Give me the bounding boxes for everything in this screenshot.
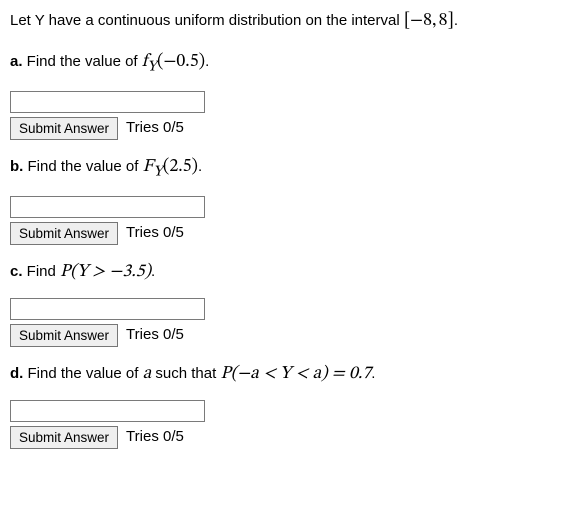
part-c-prompt: c. Find P(Y > −3.5). xyxy=(10,259,568,286)
part-d-after: . xyxy=(371,365,375,382)
part-b-submit-button[interactable]: Submit Answer xyxy=(10,222,118,245)
part-b-submit-row: Submit Answer Tries 0/5 xyxy=(10,222,568,245)
part-a-text: Find the value of xyxy=(23,53,142,70)
part-c-label: c. xyxy=(10,263,23,280)
part-a-prompt: a. Find the value of fY(−0.5). xyxy=(10,49,568,79)
part-c-submit-button[interactable]: Submit Answer xyxy=(10,324,118,347)
part-a-label: a. xyxy=(10,53,23,70)
part-d-answer-input[interactable] xyxy=(10,400,205,422)
part-d-text1: Find the value of xyxy=(23,365,142,382)
part-c-text: Find xyxy=(23,263,61,280)
part-c-answer-input[interactable] xyxy=(10,298,205,320)
part-c-tries: Tries 0/5 xyxy=(126,324,184,347)
part-a-submit-button[interactable]: Submit Answer xyxy=(10,117,118,140)
part-b-prompt: b. Find the value of FY(2.5). xyxy=(10,154,568,184)
intro-interval: [−8, 8] xyxy=(404,12,454,30)
part-c-after: . xyxy=(151,263,155,280)
part-a-answer-input[interactable] xyxy=(10,91,205,113)
part-a-submit-row: Submit Answer Tries 0/5 xyxy=(10,117,568,140)
part-b-answer-input[interactable] xyxy=(10,196,205,218)
intro-text: Let Y have a continuous uniform distribu… xyxy=(10,12,404,29)
part-b-after: . xyxy=(198,158,202,175)
problem-intro: Let Y have a continuous uniform distribu… xyxy=(10,8,568,35)
part-b-expr: FY(2.5) xyxy=(143,158,198,176)
part-d-submit-row: Submit Answer Tries 0/5 xyxy=(10,426,568,449)
part-c: c. Find P(Y > −3.5). Submit Answer Tries… xyxy=(10,259,568,347)
part-b-text: Find the value of xyxy=(23,158,142,175)
part-b-tries: Tries 0/5 xyxy=(126,222,184,245)
part-c-submit-row: Submit Answer Tries 0/5 xyxy=(10,324,568,347)
part-d-submit-button[interactable]: Submit Answer xyxy=(10,426,118,449)
part-d-prompt: d. Find the value of a such that P(−a < … xyxy=(10,361,568,388)
part-d-tries: Tries 0/5 xyxy=(126,426,184,449)
part-d-expr: P(−a < Y < a) = 0.7 xyxy=(220,365,371,383)
intro-suffix: . xyxy=(454,12,458,29)
part-d: d. Find the value of a such that P(−a < … xyxy=(10,361,568,449)
part-c-expr: P(Y > −3.5) xyxy=(60,263,151,281)
part-b: b. Find the value of FY(2.5). Submit Ans… xyxy=(10,154,568,245)
part-a: a. Find the value of fY(−0.5). Submit An… xyxy=(10,49,568,140)
part-a-expr: fY(−0.5) xyxy=(142,53,205,71)
part-a-after: . xyxy=(205,53,209,70)
part-b-label: b. xyxy=(10,158,23,175)
part-d-text2: such that xyxy=(151,365,220,382)
part-d-var: a xyxy=(143,365,152,383)
part-d-label: d. xyxy=(10,365,23,382)
part-a-tries: Tries 0/5 xyxy=(126,117,184,140)
